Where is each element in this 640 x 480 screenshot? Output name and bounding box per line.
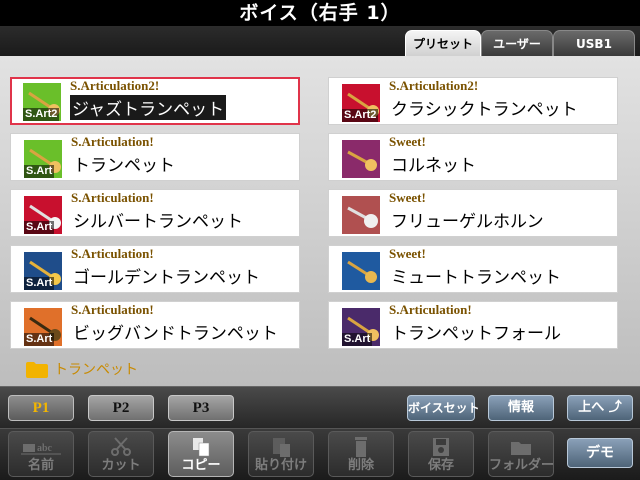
tab-user[interactable]: ユーザー [481, 30, 553, 56]
voice-selector-screen: ボイス（右手 1） プリセット ユーザー USB1 S.Art2 S.Artic… [0, 0, 640, 480]
voice-item[interactable]: S.Art S.Articulation! トランペットフォール [328, 301, 618, 349]
voice-item[interactable]: Sweet! ミュートトランペット [328, 245, 618, 293]
voice-item[interactable]: S.Art S.Articulation! ゴールデントランペット [10, 245, 300, 293]
voice-type-label: S.Articulation! [71, 246, 154, 261]
up-label: 上へ [578, 400, 605, 415]
voice-type-label: S.Articulation! [71, 302, 154, 317]
demo-button[interactable]: デモ [567, 438, 633, 468]
voice-name: ゴールデントランペット [73, 268, 260, 288]
s-art-badge: S.Art [24, 333, 55, 346]
trumpet-icon: S.Art2 [342, 84, 380, 122]
s-art-badge: S.Art [24, 277, 55, 290]
page-button-p3[interactable]: P3 [168, 395, 234, 421]
delete-label: 削除 [347, 458, 374, 473]
voice-item[interactable]: S.Art2 S.Articulation2! クラシックトランペット [328, 77, 618, 125]
folder-icon [26, 362, 48, 378]
function-bar: abc 名前 カット コピー 貼り付け 削除 保存 フォルダー デモ [0, 428, 640, 480]
voice-list-panel: S.Art2 S.Articulation2! ジャズトランペット S.Art2… [0, 56, 640, 386]
page-button-p2[interactable]: P2 [88, 395, 154, 421]
voice-type-label: Sweet! [389, 134, 426, 149]
save-label: 保存 [427, 458, 454, 473]
voice-item[interactable]: S.Art2 S.Articulation2! ジャズトランペット [10, 77, 300, 125]
voice-type-label: S.Articulation! [71, 134, 154, 149]
voice-name: トランペット [73, 156, 175, 176]
save-button[interactable]: 保存 [408, 431, 474, 477]
delete-button[interactable]: 削除 [328, 431, 394, 477]
name-label: 名前 [27, 458, 54, 473]
voice-type-label: Sweet! [389, 190, 426, 205]
paste-button[interactable]: 貼り付け [248, 431, 314, 477]
paste-label: 貼り付け [254, 458, 307, 473]
voice-item[interactable]: S.Art S.Articulation! シルバートランペット [10, 189, 300, 237]
voice-name: フリューゲルホルン [391, 212, 544, 232]
voice-item[interactable]: S.Art S.Articulation! トランペット [10, 133, 300, 181]
trumpet-icon: S.Art [342, 308, 380, 346]
voice-type-label: Sweet! [389, 246, 426, 261]
voice-type-label: S.Articulation! [389, 302, 472, 317]
page-navigation-bar: P1 P2 P3 ボイスセット 情報 上へ ⤴ [0, 386, 640, 429]
voice-type-label: S.Articulation! [71, 190, 154, 205]
voice-name: クラシックトランペット [391, 100, 578, 120]
voice-name: ジャズトランペット [70, 95, 227, 120]
voice-name: ビッグバンドトランペット [73, 324, 278, 344]
voice-item[interactable]: Sweet! コルネット [328, 133, 618, 181]
voice-name: トランペットフォール [391, 324, 561, 344]
trumpet-icon: S.Art [24, 252, 62, 290]
cornet-icon [342, 140, 380, 178]
s-art-badge: S.Art [342, 333, 373, 346]
voice-name: コルネット [391, 156, 476, 176]
folder-button[interactable]: フォルダー [488, 431, 554, 477]
cut-button[interactable]: カット [88, 431, 154, 477]
page-button-p1[interactable]: P1 [8, 395, 74, 421]
tab-strip: プリセット ユーザー USB1 [0, 26, 640, 57]
trumpet-icon: S.Art [24, 140, 62, 178]
svg-text:abc: abc [37, 443, 53, 454]
copy-label: コピー [181, 458, 221, 473]
copy-button[interactable]: コピー [168, 431, 234, 477]
voice-type-label: S.Articulation2! [389, 78, 479, 93]
voice-name: ミュートトランペット [391, 268, 561, 288]
name-button[interactable]: abc 名前 [8, 431, 74, 477]
up-arrow-icon: ⤴ [608, 400, 622, 415]
window-title: ボイス（右手 1） [0, 0, 640, 26]
voice-item[interactable]: Sweet! フリューゲルホルン [328, 189, 618, 237]
trumpet-icon: S.Art [24, 196, 62, 234]
s-art-badge: S.Art2 [342, 109, 379, 122]
s-art-badge: S.Art [24, 221, 55, 234]
tab-preset[interactable]: プリセット [405, 30, 481, 57]
flugelhorn-icon [342, 196, 380, 234]
tab-usb1[interactable]: USB1 [553, 30, 635, 56]
voice-name: シルバートランペット [73, 212, 243, 232]
trumpet-icon: S.Art [24, 308, 62, 346]
s-art-badge: S.Art [24, 165, 55, 178]
trumpet-icon: S.Art2 [23, 83, 61, 121]
cut-label: カット [101, 458, 141, 473]
voice-type-label: S.Articulation2! [70, 78, 160, 93]
mute-trumpet-icon [342, 252, 380, 290]
up-button[interactable]: 上へ ⤴ [567, 395, 633, 421]
voice-item[interactable]: S.Art S.Articulation! ビッグバンドトランペット [10, 301, 300, 349]
voice-set-button[interactable]: ボイスセット [407, 395, 480, 421]
folder-button-label: フォルダー [489, 458, 555, 473]
info-button[interactable]: 情報 [488, 395, 554, 421]
folder-label: トランペット [54, 362, 138, 378]
s-art-badge: S.Art2 [23, 108, 60, 121]
